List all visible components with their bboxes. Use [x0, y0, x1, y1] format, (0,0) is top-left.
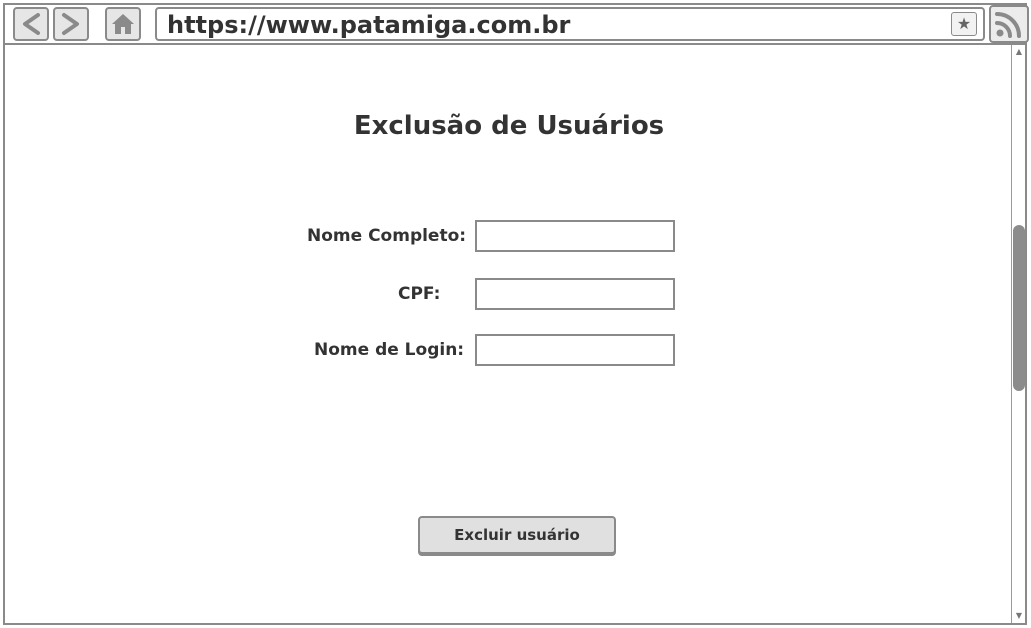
- star-icon: ★: [956, 14, 972, 33]
- scroll-up-icon[interactable]: ▲: [1013, 46, 1025, 58]
- rss-button[interactable]: [989, 5, 1029, 43]
- url-text[interactable]: https://www.patamiga.com.br: [167, 11, 570, 39]
- back-button[interactable]: [13, 7, 49, 41]
- vertical-scrollbar[interactable]: ▲ ▼: [1011, 45, 1025, 623]
- browser-toolbar: https://www.patamiga.com.br ★: [5, 5, 1029, 45]
- home-icon: [112, 14, 134, 34]
- login-label: Nome de Login:: [314, 340, 465, 360]
- chevron-left-icon: [23, 13, 40, 35]
- full-name-label: Nome Completo:: [307, 226, 467, 246]
- browser-window: https://www.patamiga.com.br ★ Exclusão d…: [3, 3, 1029, 625]
- delete-user-button[interactable]: Excluir usuário: [418, 516, 616, 554]
- forward-button[interactable]: [53, 7, 89, 41]
- home-button[interactable]: [105, 7, 141, 41]
- bookmark-button[interactable]: ★: [951, 12, 977, 36]
- scroll-thumb[interactable]: [1013, 225, 1025, 391]
- page-content: Exclusão de Usuários Nome Completo: CPF:…: [5, 45, 1013, 623]
- full-name-input[interactable]: [475, 220, 675, 252]
- rss-icon: [995, 12, 1021, 38]
- cpf-input[interactable]: [475, 278, 675, 310]
- cpf-label: CPF:: [398, 284, 441, 304]
- login-input[interactable]: [475, 334, 675, 366]
- chevron-right-icon: [62, 13, 79, 35]
- address-bar[interactable]: https://www.patamiga.com.br ★: [155, 7, 985, 41]
- page-title: Exclusão de Usuários: [353, 111, 665, 141]
- scroll-down-icon[interactable]: ▼: [1013, 610, 1025, 622]
